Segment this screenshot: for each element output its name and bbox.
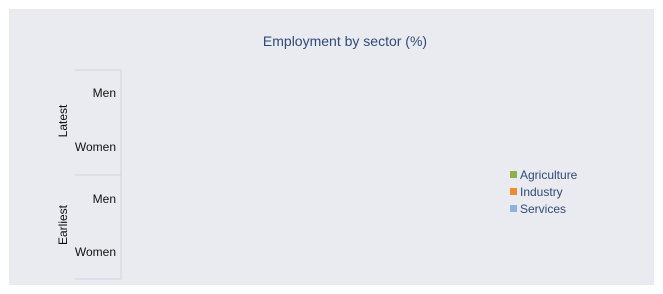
legend-label-services: Services: [520, 201, 567, 216]
legend-item-industry: Industry: [510, 183, 577, 200]
legend-label-agriculture: Agriculture: [520, 167, 578, 182]
group-label-earliest: Earliest: [56, 205, 70, 246]
group-label-latest: Latest: [56, 104, 70, 138]
legend-swatch-services: [510, 205, 517, 212]
legend-label-industry: Industry: [520, 184, 563, 199]
legend-swatch-industry: [510, 188, 517, 195]
legend: Agriculture Industry Services: [510, 166, 577, 217]
legend-item-services: Services: [510, 200, 577, 217]
legend-item-agriculture: Agriculture: [510, 166, 577, 183]
legend-swatch-agriculture: [510, 171, 517, 178]
